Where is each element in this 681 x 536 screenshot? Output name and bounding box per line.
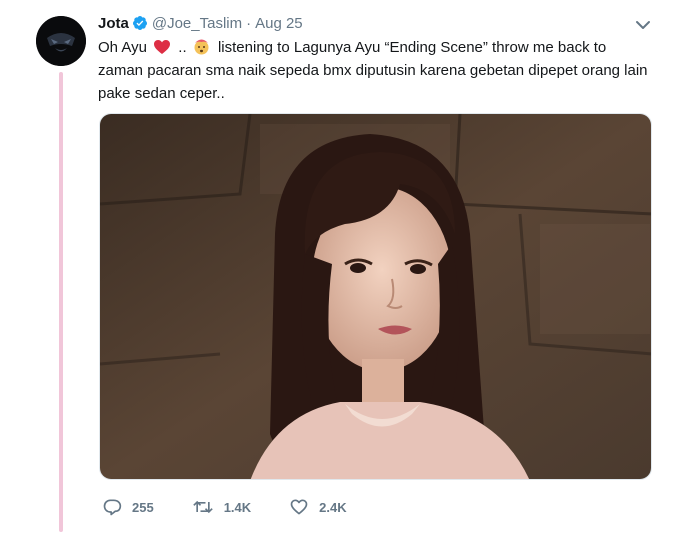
- retweet-icon: [192, 500, 213, 514]
- separator-dot: ·: [246, 14, 252, 32]
- like-button[interactable]: 2.4K: [289, 497, 347, 517]
- red-heart-emoji: [154, 40, 171, 54]
- photo-image: [100, 114, 651, 479]
- tweet-header: Jota @Joe_Taslim · Aug 25: [98, 13, 303, 33]
- author-name[interactable]: Jota: [98, 15, 129, 32]
- thread-line: [59, 72, 63, 532]
- tweet-actions: 255 1.4K 2.4K: [102, 496, 385, 518]
- verified-badge-icon: [132, 16, 147, 30]
- retweet-button[interactable]: 1.4K: [192, 497, 251, 517]
- reply-count: 255: [132, 499, 154, 515]
- reply-button[interactable]: 255: [102, 497, 154, 517]
- tweet-text-part2: ..: [178, 39, 187, 56]
- like-count: 2.4K: [319, 499, 347, 515]
- tweet-text: Oh Ayu .. listening to Lagunya Ayu “Endi…: [98, 36, 654, 105]
- tweet-text-part1: Oh Ayu: [98, 39, 147, 56]
- avatar-logo-icon: [36, 16, 86, 66]
- reply-icon: [103, 499, 122, 516]
- tweet[interactable]: Jota @Joe_Taslim · Aug 25 Oh Ayu .. list…: [0, 0, 681, 536]
- tweet-photo[interactable]: [99, 113, 652, 480]
- chevron-down-icon[interactable]: [634, 16, 652, 34]
- avatar[interactable]: [36, 16, 86, 66]
- like-heart-icon: [290, 499, 308, 515]
- author-handle[interactable]: @Joe_Taslim: [152, 15, 242, 32]
- tweet-date[interactable]: Aug 25: [255, 15, 303, 32]
- exploding-head-emoji: [194, 39, 209, 55]
- retweet-count: 1.4K: [223, 499, 252, 515]
